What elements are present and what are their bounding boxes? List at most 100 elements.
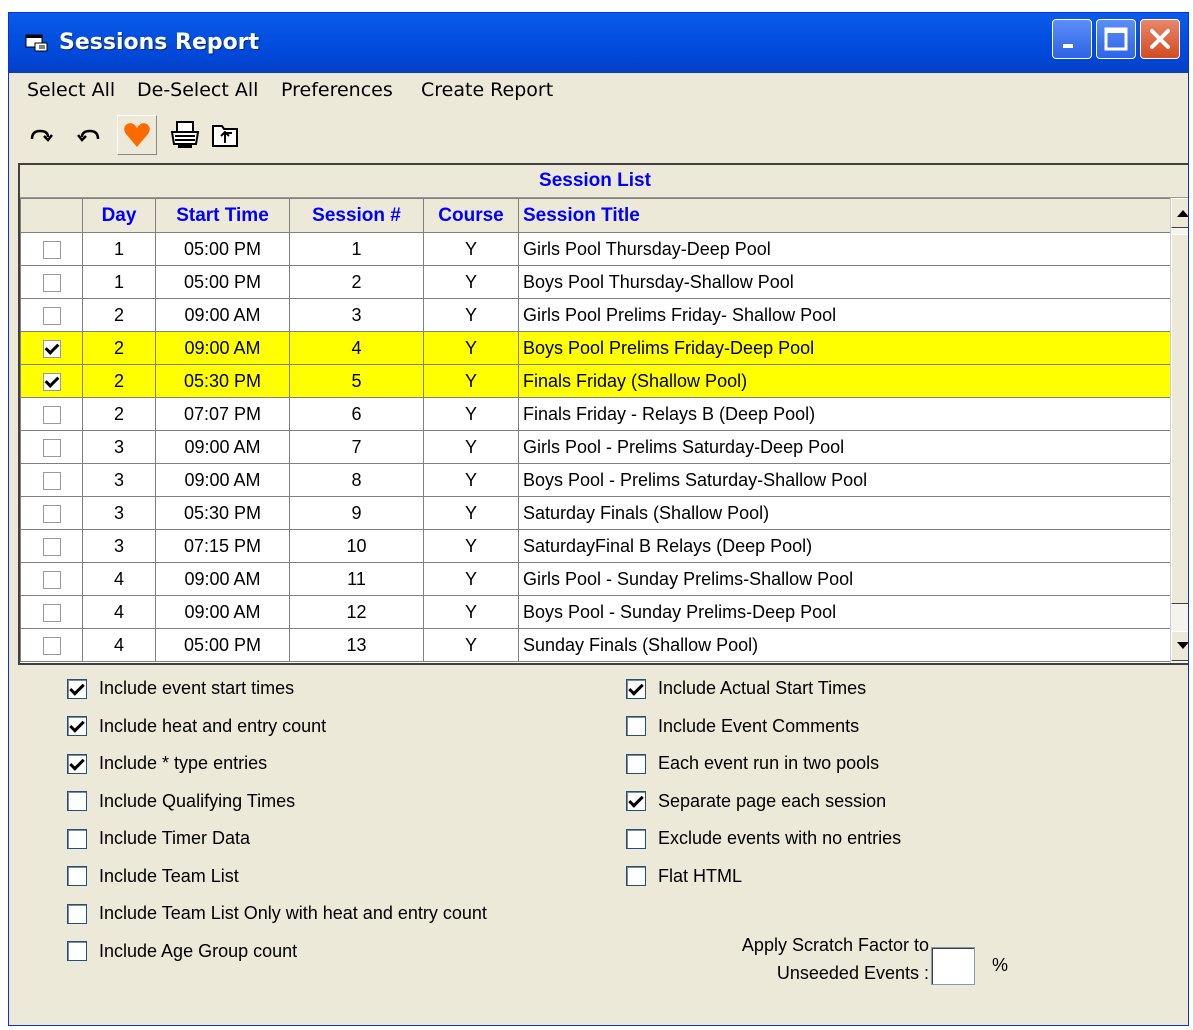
menu-create-report[interactable]: Create Report xyxy=(421,77,553,103)
cell-session-number: 3 xyxy=(289,298,424,332)
option-checkbox[interactable] xyxy=(626,791,646,811)
option-checkbox[interactable] xyxy=(67,828,87,849)
row-select-checkbox[interactable] xyxy=(42,438,61,457)
maximize-icon xyxy=(1104,27,1128,51)
table-row[interactable]: 2 05:30 PM 5 Y Finals Friday (Shallow Pool) xyxy=(20,364,1171,398)
vertical-scrollbar[interactable] xyxy=(1170,198,1188,663)
close-button[interactable] xyxy=(1140,19,1180,59)
row-checkbox-cell[interactable] xyxy=(20,298,83,332)
col-header-day[interactable]: Day xyxy=(82,198,156,233)
option-left-7[interactable]: Include Age Group count xyxy=(67,941,297,962)
table-row[interactable]: 3 09:00 AM 7 Y Girls Pool - Prelims Saturday… xyxy=(20,430,1171,464)
undo-button[interactable] xyxy=(69,115,109,155)
cell-day: 3 xyxy=(82,496,156,530)
row-checkbox-cell[interactable] xyxy=(20,628,83,662)
option-right-5[interactable]: Flat HTML xyxy=(626,866,742,887)
row-select-checkbox[interactable] xyxy=(42,636,61,655)
table-row[interactable]: 4 09:00 AM 11 Y Girls Pool - Sunday Prelims-… xyxy=(20,562,1171,596)
menu-select-all[interactable]: Select All xyxy=(27,77,115,103)
folder-up-button[interactable] xyxy=(205,115,245,155)
minimize-button[interactable] xyxy=(1052,19,1092,59)
table-row[interactable]: 3 09:00 AM 8 Y Boys Pool - Prelims Saturday-… xyxy=(20,463,1171,497)
scroll-thumb[interactable] xyxy=(1171,234,1188,604)
option-left-1[interactable]: Include heat and entry count xyxy=(67,716,326,737)
row-select-checkbox[interactable] xyxy=(42,240,61,259)
scratch-factor-input[interactable] xyxy=(931,947,975,985)
row-select-checkbox[interactable] xyxy=(42,570,61,589)
option-left-3[interactable]: Include Qualifying Times xyxy=(67,791,295,812)
option-checkbox[interactable] xyxy=(67,753,87,774)
scroll-up-button[interactable] xyxy=(1171,198,1188,228)
row-select-checkbox[interactable] xyxy=(42,471,61,490)
table-row[interactable]: 2 09:00 AM 3 Y Girls Pool Prelims Friday- Sh… xyxy=(20,298,1171,332)
row-checkbox-cell[interactable] xyxy=(20,496,83,530)
option-checkbox[interactable] xyxy=(626,753,646,774)
favorite-button[interactable] xyxy=(117,115,157,155)
option-right-3[interactable]: Separate page each session xyxy=(626,791,886,812)
row-checkbox-cell[interactable] xyxy=(20,397,83,431)
option-checkbox[interactable] xyxy=(626,678,646,699)
row-checkbox-cell[interactable] xyxy=(20,595,83,629)
table-row[interactable]: 3 07:15 PM 10 Y SaturdayFinal B Relays (Deep… xyxy=(20,529,1171,563)
row-select-checkbox[interactable] xyxy=(42,603,61,622)
table-row[interactable]: 1 05:00 PM 2 Y Boys Pool Thursday-Shallow Po… xyxy=(20,265,1171,299)
row-checkbox-cell[interactable] xyxy=(20,265,83,299)
redo-button[interactable] xyxy=(21,115,61,155)
cell-course: Y xyxy=(423,463,519,497)
row-checkbox-cell[interactable] xyxy=(20,331,83,365)
table-row[interactable]: 4 09:00 AM 12 Y Boys Pool - Sunday Prelims-D… xyxy=(20,595,1171,629)
session-grid[interactable]: Session List Day Start Time Session # Co… xyxy=(18,163,1188,665)
option-checkbox[interactable] xyxy=(67,866,87,886)
col-header-course[interactable]: Course xyxy=(423,198,519,233)
menu-deselect-all[interactable]: De-Select All xyxy=(137,77,258,103)
row-select-checkbox[interactable] xyxy=(42,306,61,325)
cell-course: Y xyxy=(423,397,519,431)
row-select-checkbox[interactable] xyxy=(42,273,61,292)
row-checkbox-cell[interactable] xyxy=(20,463,83,497)
cell-session-title: Girls Pool - Prelims Saturday-Deep Pool xyxy=(518,430,1171,464)
table-row[interactable]: 1 05:00 PM 1 Y Girls Pool Thursday-Deep Pool xyxy=(20,232,1171,266)
option-right-1[interactable]: Include Event Comments xyxy=(626,716,859,737)
row-select-checkbox[interactable] xyxy=(42,504,61,523)
option-checkbox[interactable] xyxy=(626,716,646,736)
option-checkbox[interactable] xyxy=(67,716,87,736)
option-left-4[interactable]: Include Timer Data xyxy=(67,828,250,849)
menu-preferences[interactable]: Preferences xyxy=(281,77,393,103)
option-left-6[interactable]: Include Team List Only with heat and ent… xyxy=(67,903,487,924)
row-checkbox-cell[interactable] xyxy=(20,364,83,398)
scratch-factor-label: Apply Scratch Factor to Unseeded Events … xyxy=(649,931,929,987)
row-select-checkbox[interactable] xyxy=(42,339,61,358)
option-left-5[interactable]: Include Team List xyxy=(67,866,239,887)
option-left-0[interactable]: Include event start times xyxy=(67,678,294,699)
option-checkbox[interactable] xyxy=(626,866,646,886)
row-select-checkbox[interactable] xyxy=(42,405,61,424)
row-checkbox-cell[interactable] xyxy=(20,232,83,266)
option-right-0[interactable]: Include Actual Start Times xyxy=(626,678,866,699)
row-select-checkbox[interactable] xyxy=(42,537,61,556)
option-checkbox[interactable] xyxy=(67,903,87,924)
option-checkbox[interactable] xyxy=(67,941,87,961)
maximize-button[interactable] xyxy=(1096,19,1136,59)
option-left-2[interactable]: Include * type entries xyxy=(67,753,267,774)
row-select-checkbox[interactable] xyxy=(42,372,61,391)
print-button[interactable] xyxy=(165,115,205,155)
row-checkbox-cell[interactable] xyxy=(20,430,83,464)
option-checkbox[interactable] xyxy=(67,678,87,699)
table-row[interactable]: 4 05:00 PM 13 Y Sunday Finals (Shallow Pool) xyxy=(20,628,1171,662)
table-row[interactable]: 3 05:30 PM 9 Y Saturday Finals (Shallow Pool… xyxy=(20,496,1171,530)
cell-day: 2 xyxy=(82,331,156,365)
option-right-2[interactable]: Each event run in two pools xyxy=(626,753,879,774)
table-row[interactable]: 2 07:07 PM 6 Y Finals Friday - Relays B (Dee… xyxy=(20,397,1171,431)
row-checkbox-cell[interactable] xyxy=(20,562,83,596)
row-checkbox-cell[interactable] xyxy=(20,529,83,563)
option-checkbox[interactable] xyxy=(67,791,87,811)
table-row[interactable]: 2 09:00 AM 4 Y Boys Pool Prelims Friday-Deep… xyxy=(20,331,1171,365)
option-checkbox[interactable] xyxy=(626,828,646,849)
col-header-start-time[interactable]: Start Time xyxy=(155,198,290,233)
col-header-session-number[interactable]: Session # xyxy=(289,198,424,233)
option-right-4[interactable]: Exclude events with no entries xyxy=(626,828,901,849)
title-bar[interactable]: Sessions Report xyxy=(9,13,1188,73)
option-label: Include Timer Data xyxy=(99,828,251,848)
col-header-session-title[interactable]: Session Title xyxy=(518,198,1171,233)
scroll-down-button[interactable] xyxy=(1171,631,1188,661)
